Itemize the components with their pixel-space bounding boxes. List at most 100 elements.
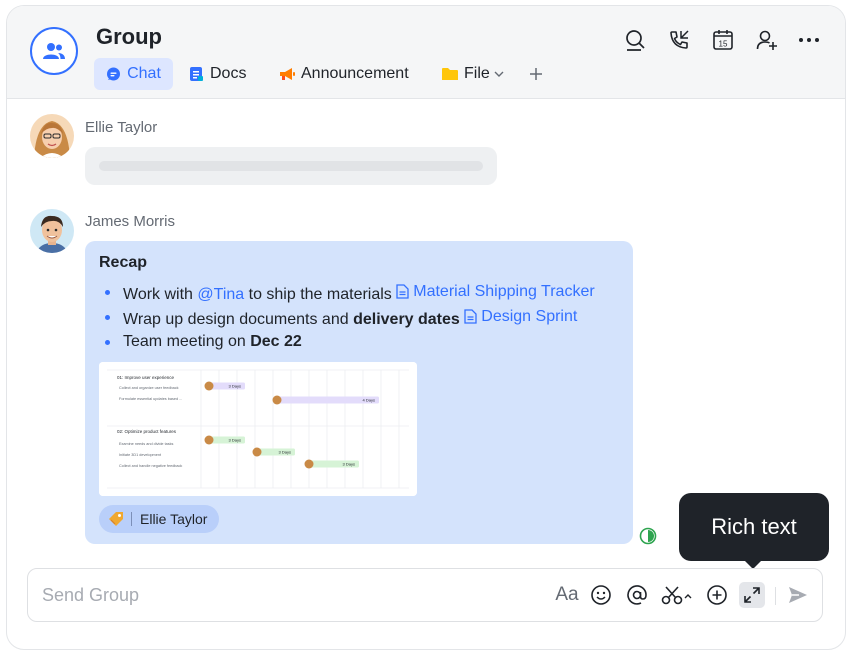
expand-rich-text-button[interactable] bbox=[739, 582, 765, 608]
gantt-bar: 3 Days bbox=[304, 459, 359, 469]
tab-docs-label: Docs bbox=[210, 65, 247, 82]
folder-icon bbox=[442, 67, 458, 81]
chevron-down-icon[interactable] bbox=[494, 71, 504, 78]
gantt-bar-label: 3 Days bbox=[343, 462, 355, 467]
avatar[interactable] bbox=[30, 114, 74, 158]
gantt-chart-image[interactable]: 01: Improve user experience Collect and … bbox=[99, 362, 417, 496]
docs-icon bbox=[189, 66, 204, 82]
gantt-row-label: Collect and organize user feedback bbox=[119, 386, 179, 390]
gantt-section-title: 01: Improve user experience bbox=[117, 375, 175, 380]
add-member-button[interactable] bbox=[753, 26, 781, 54]
megaphone-icon bbox=[279, 67, 295, 81]
gantt-assignee-avatar bbox=[252, 447, 262, 457]
gantt-assignee-avatar bbox=[204, 435, 214, 445]
emoji-button[interactable] bbox=[588, 582, 614, 608]
gantt-bar: 3 Days bbox=[204, 381, 245, 391]
plus-icon bbox=[530, 68, 542, 80]
tab-docs[interactable]: Docs bbox=[189, 58, 246, 90]
tab-announcement-label: Announcement bbox=[301, 65, 409, 82]
document-icon bbox=[396, 284, 409, 299]
group-icon bbox=[43, 43, 65, 59]
add-button[interactable] bbox=[704, 582, 730, 608]
reaction-chip[interactable]: Ellie Taylor bbox=[99, 505, 220, 533]
gantt-bar: 3 Days bbox=[204, 435, 245, 445]
message-composer[interactable]: Send Group Aa bbox=[27, 568, 823, 622]
doc-link-label: Design Sprint bbox=[481, 308, 578, 325]
add-member-icon bbox=[756, 30, 777, 50]
bullet-text: Wrap up design documents and bbox=[123, 311, 354, 328]
gantt-bar: 4 Days bbox=[272, 395, 379, 405]
tag-emoji-icon bbox=[107, 510, 125, 528]
send-button[interactable] bbox=[785, 582, 811, 608]
gantt-assignee-avatar bbox=[304, 459, 314, 469]
recap-title: Recap bbox=[99, 254, 148, 271]
list-item: Work with @Tina to ship the materials Ma… bbox=[99, 279, 595, 304]
gantt-bar-label: 3 Days bbox=[229, 438, 241, 443]
tab-announcement[interactable]: Announcement bbox=[279, 58, 409, 90]
chat-window: Group Chat Docs Announcement File 15 Ell… bbox=[6, 5, 846, 650]
doc-link-label: Material Shipping Tracker bbox=[413, 283, 595, 300]
mention-icon bbox=[627, 585, 647, 605]
mention-link[interactable]: @Tina bbox=[197, 286, 244, 303]
document-icon bbox=[464, 309, 477, 324]
send-icon bbox=[789, 587, 807, 603]
list-item: Wrap up design documents and delivery da… bbox=[99, 304, 595, 329]
message-bubble bbox=[85, 147, 497, 185]
calendar-button[interactable]: 15 bbox=[709, 26, 737, 54]
expand-icon bbox=[744, 587, 760, 603]
tab-file-label: File bbox=[464, 65, 490, 82]
screenshot-button[interactable] bbox=[660, 582, 694, 608]
toolbar-divider bbox=[775, 587, 776, 605]
sender-name[interactable]: James Morris bbox=[85, 213, 175, 230]
add-tab-button[interactable] bbox=[526, 58, 546, 90]
list-item: Team meeting on Dec 22 bbox=[99, 329, 595, 354]
bullet-text: to ship the materials bbox=[244, 286, 397, 303]
sender-name[interactable]: Ellie Taylor bbox=[85, 119, 157, 136]
font-format-button[interactable]: Aa bbox=[554, 582, 580, 608]
read-status-icon[interactable] bbox=[639, 527, 657, 545]
emoji-icon bbox=[591, 585, 611, 605]
recap-list: Work with @Tina to ship the materials Ma… bbox=[99, 279, 595, 354]
doc-link-material-shipping-tracker[interactable]: Material Shipping Tracker bbox=[396, 279, 595, 304]
bold-text: Dec 22 bbox=[250, 333, 302, 350]
screenshot-scissors-icon bbox=[661, 586, 692, 605]
gantt-row-label: Examine needs and divide tasks bbox=[119, 442, 174, 446]
add-icon bbox=[707, 585, 727, 605]
gantt-row-label: Collect and handle negative feedback bbox=[119, 464, 182, 468]
chat-bubble-icon bbox=[106, 67, 121, 82]
gantt-assignee-avatar bbox=[204, 381, 214, 391]
gantt-bar-label: 3 Days bbox=[279, 450, 291, 455]
bold-text: delivery dates bbox=[353, 311, 460, 328]
message-bubble: Recap Work with @Tina to ship the materi… bbox=[85, 241, 633, 544]
gantt-bar: 3 Days bbox=[252, 447, 295, 457]
calendar-icon: 15 bbox=[713, 30, 733, 50]
james-morris-avatar-image bbox=[30, 209, 74, 253]
bullet-text: Team meeting on bbox=[123, 333, 251, 350]
group-avatar[interactable] bbox=[30, 27, 78, 75]
doc-link-design-sprint[interactable]: Design Sprint bbox=[464, 304, 577, 329]
ellie-taylor-avatar-image bbox=[30, 114, 74, 158]
gantt-bar-label: 3 Days bbox=[229, 384, 241, 389]
more-icon bbox=[799, 38, 819, 42]
more-button[interactable] bbox=[795, 26, 823, 54]
gantt-bar-label: 4 Days bbox=[363, 398, 375, 403]
call-button[interactable] bbox=[665, 26, 693, 54]
avatar[interactable] bbox=[30, 209, 74, 253]
tab-chat[interactable]: Chat bbox=[94, 58, 173, 90]
reaction-user: Ellie Taylor bbox=[140, 511, 208, 527]
group-title: Group bbox=[96, 24, 162, 49]
tab-file[interactable]: File bbox=[442, 58, 504, 90]
rich-text-tooltip: Rich text bbox=[679, 493, 829, 569]
chip-divider bbox=[131, 512, 132, 526]
gantt-row-label: Initiate 3D1 development bbox=[119, 453, 162, 457]
gantt-assignee-avatar bbox=[272, 395, 282, 405]
search-button[interactable] bbox=[621, 26, 649, 54]
mention-button[interactable] bbox=[624, 582, 650, 608]
search-icon bbox=[626, 30, 645, 51]
message-placeholder-line bbox=[99, 161, 483, 171]
gantt-row-label: Formulate essential updates based ... bbox=[119, 397, 182, 401]
bullet-text: Work with bbox=[123, 286, 198, 303]
tab-chat-label: Chat bbox=[127, 65, 161, 82]
font-format-icon: Aa bbox=[555, 584, 579, 605]
calendar-day: 15 bbox=[719, 40, 728, 49]
